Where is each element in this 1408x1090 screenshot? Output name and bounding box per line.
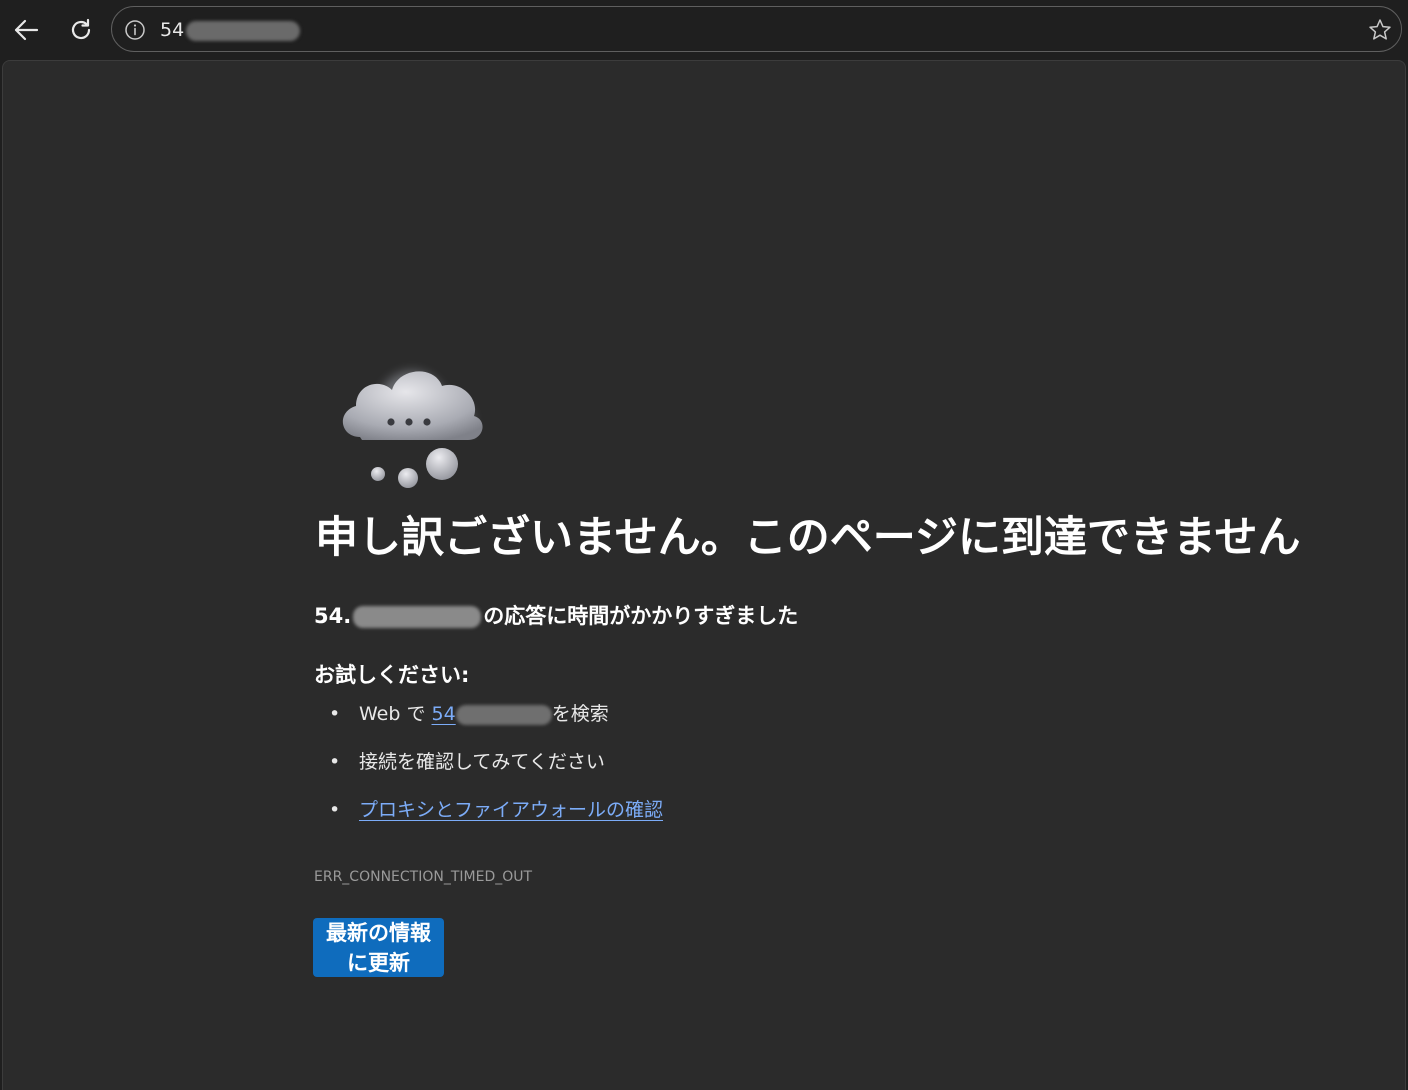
error-code: ERR_CONNECTION_TIMED_OUT [314,869,533,885]
search-suffix: を検索 [551,703,609,725]
suggestion-search: • Web で 54 を検索 [314,700,663,748]
thought-bubbles [371,448,458,488]
error-subtitle: 54. の応答に時間がかかりすぎました [314,602,798,630]
suggestion-list: • Web で 54 を検索 • 接続を確認してみてください • プロキシとファイアウォ… [314,700,663,844]
info-icon[interactable] [124,19,146,41]
timeout-message: の応答に時間がかかりすぎました [483,604,799,628]
thinking-cloud-icon [342,371,483,440]
bullet: • [329,751,341,773]
browser-toolbar: 54 [0,0,1408,60]
bullet: • [329,799,341,821]
bullet: • [329,703,341,725]
search-prefix: Web で [359,703,432,725]
error-title: 申し訳ございません。このページに到達できません [315,513,1301,563]
refresh-button[interactable]: 最新の情報 に更新 [313,918,444,977]
proxy-firewall-link[interactable]: プロキシとファイアウォールの確認 [359,799,663,821]
try-heading: お試しください: [314,663,470,687]
arrow-left-icon [14,19,39,41]
address-bar[interactable]: 54 [111,6,1402,52]
search-host-link[interactable]: 54 [432,703,552,725]
url-text[interactable]: 54 [160,18,301,42]
reload-icon [71,18,91,40]
redacted-host [353,606,482,628]
star-icon[interactable] [1367,17,1393,43]
suggestion-check-connection: • 接続を確認してみてください [314,748,663,796]
suggestion-proxy-firewall: • プロキシとファイアウォールの確認 [314,796,663,844]
redacted-link-host [455,704,552,725]
back-button[interactable] [6,10,46,50]
url-prefix: 54 [160,19,185,41]
error-page [2,60,1406,1090]
check-connection-text: 接続を確認してみてください [359,751,605,773]
host-prefix: 54. [314,604,352,628]
refresh-label-line2: に更新 [347,951,410,975]
refresh-label-line1: 最新の情報 [326,921,431,945]
reload-button[interactable] [61,10,101,50]
search-link-text: 54 [431,703,456,725]
redacted-url [186,20,301,41]
